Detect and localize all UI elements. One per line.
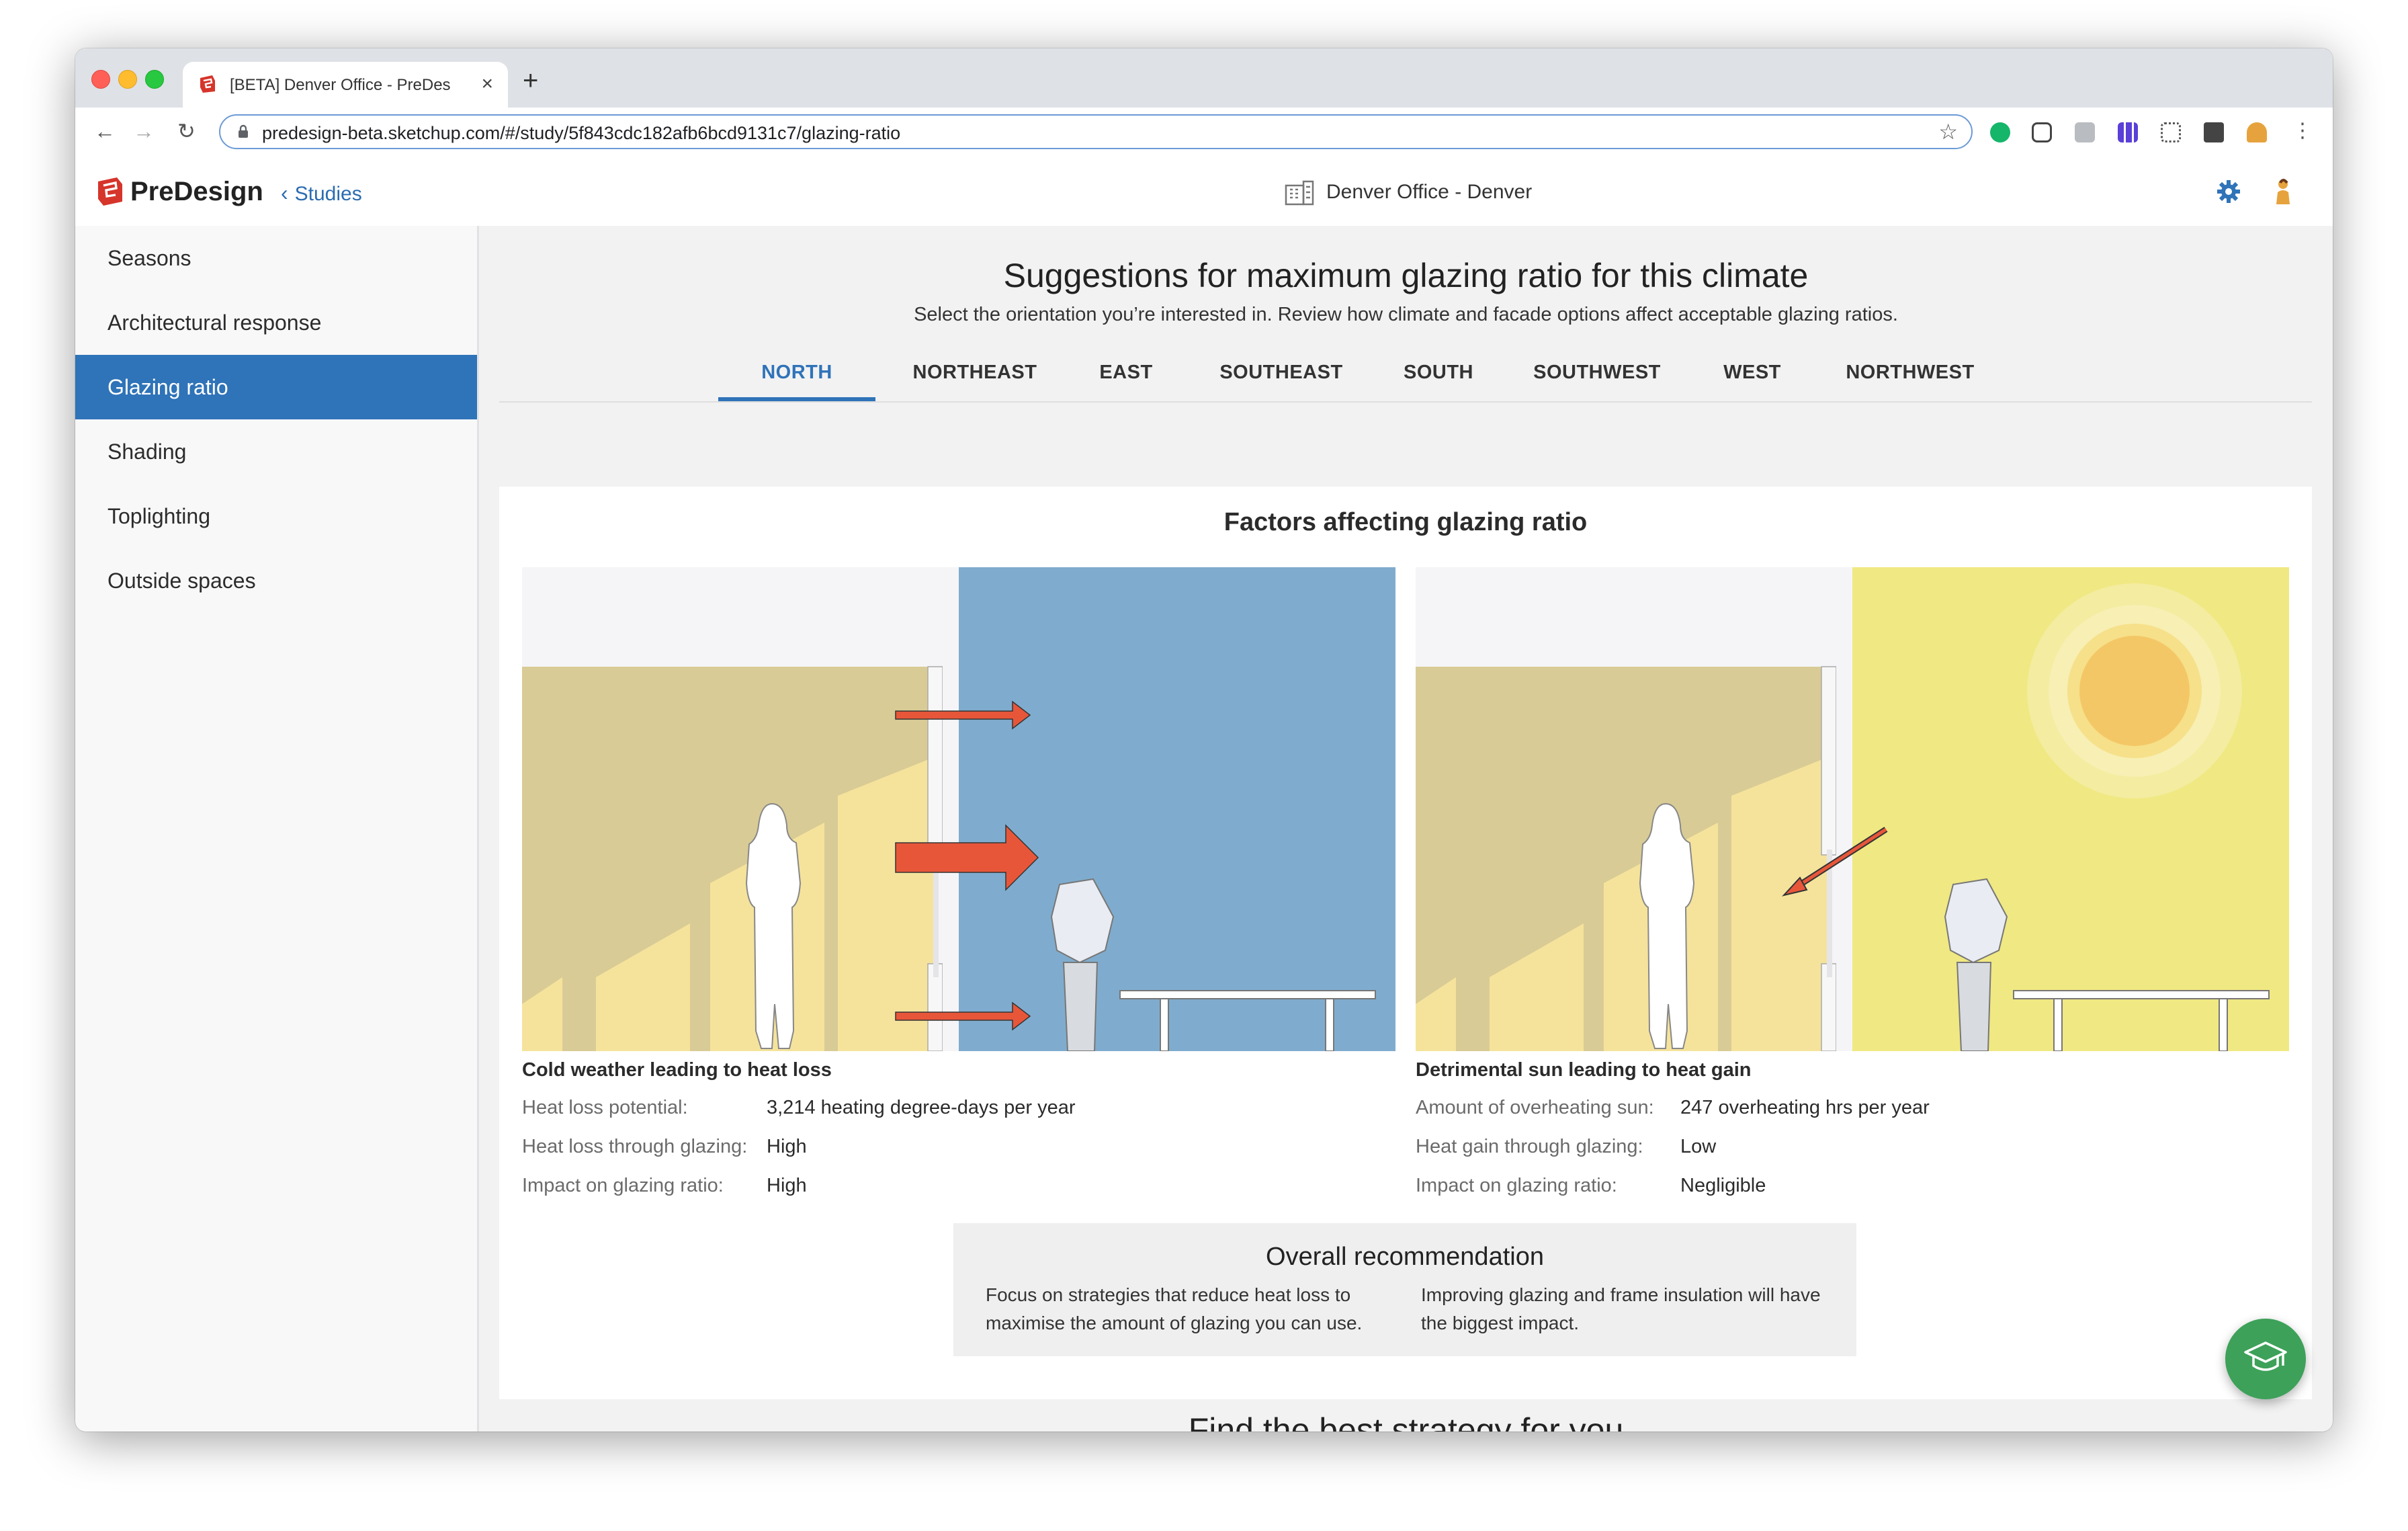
heat-gain-factor: Detrimental sun leading to heat gain Amo… [1416, 1058, 2289, 1199]
browser-tabstrip: [BETA] Denver Office - PreDesign × + [75, 48, 2333, 108]
factor-label: Impact on glazing ratio: [1416, 1175, 1617, 1196]
profile-avatar-icon[interactable] [2247, 122, 2267, 142]
lock-icon [239, 124, 248, 138]
sidebar: Seasons Architectural response Glazing r… [75, 226, 479, 1432]
factor-label: Impact on glazing ratio: [522, 1175, 724, 1196]
url-text: predesign-beta.sketchup.com/#/study/5f84… [262, 123, 901, 143]
factor-label: Heat loss through glazing: [522, 1136, 748, 1157]
factors-card: Factors affecting glazing ratio Cold wea… [499, 487, 2312, 1399]
reload-icon[interactable]: ↻ [177, 120, 196, 142]
overall-recommendation: Overall recommendation Focus on strategi… [953, 1223, 1856, 1356]
grammarly-extension-icon[interactable] [1990, 122, 2010, 142]
factor-row: Heat loss through glazing: High [522, 1121, 1395, 1160]
page-title: Suggestions for maximum glazing ratio fo… [1003, 257, 1809, 294]
sidebar-item-glazing-ratio[interactable]: Glazing ratio [75, 355, 477, 419]
chevron-left-icon: ‹ [281, 181, 288, 205]
sketchup-favicon-icon [200, 75, 215, 93]
brand-name: PreDesign [130, 177, 263, 206]
main-content: Suggestions for maximum glazing ratio fo… [479, 226, 2333, 1432]
tab-southeast[interactable]: SOUTHEAST [1198, 345, 1365, 401]
factor-row: Heat loss potential: 3,214 heating degre… [522, 1082, 1395, 1121]
recommendation-left-text: Focus on strategies that reduce heat los… [986, 1284, 1363, 1333]
orientation-tabs: NORTH NORTHEAST EAST SOUTHEAST SOUTH SOU… [499, 345, 2312, 403]
tab-east[interactable]: EAST [1076, 345, 1176, 401]
factor-heading: Detrimental sun leading to heat gain [1416, 1059, 1752, 1081]
sidebar-item-architectural-response[interactable]: Architectural response [75, 290, 477, 355]
studies-label: Studies [294, 183, 362, 205]
back-arrow-icon[interactable]: ← [94, 120, 116, 142]
factor-row: Amount of overheating sun: 247 overheati… [1416, 1082, 2289, 1121]
factor-label: Heat loss potential: [522, 1097, 688, 1118]
translate-extension-icon[interactable] [2075, 122, 2095, 142]
sidebar-item-shading[interactable]: Shading [75, 419, 477, 484]
factor-heading: Cold weather leading to heat loss [522, 1059, 832, 1081]
building-icon [1285, 180, 1314, 206]
sidebar-item-toplighting[interactable]: Toplighting [75, 484, 477, 548]
page-subtitle: Select the orientation you’re interested… [914, 304, 1898, 325]
heat-gain-illustration [1416, 567, 2289, 1051]
sidebar-item-seasons[interactable]: Seasons [75, 226, 477, 290]
new-tab-button[interactable]: + [523, 67, 538, 94]
factor-value: Low [1680, 1136, 1717, 1157]
recommendation-right-text: Improving glazing and frame insulation w… [1421, 1284, 1821, 1333]
minimize-window-button[interactable] [118, 70, 137, 89]
tab-northeast[interactable]: NORTHEAST [893, 345, 1057, 401]
tab-northwest[interactable]: NORTHWEST [1821, 345, 1999, 401]
browser-menu-icon[interactable]: ⋮ [2292, 120, 2313, 142]
gear-icon[interactable] [2216, 179, 2241, 204]
factor-value: 247 overheating hrs per year [1680, 1097, 1930, 1118]
predesign-logo-icon [98, 177, 122, 206]
address-bar[interactable]: predesign-beta.sketchup.com/#/study/5f84… [219, 114, 1973, 149]
pocket-extension-icon[interactable] [2032, 122, 2052, 142]
factor-value: Negligible [1680, 1175, 1766, 1196]
audio-extension-icon[interactable] [2118, 122, 2138, 142]
grid-extension-icon[interactable] [2161, 122, 2181, 142]
extensions-puzzle-icon[interactable] [2204, 122, 2224, 142]
graduation-cap-icon [2244, 1341, 2287, 1371]
factor-value: High [767, 1175, 807, 1196]
tab-south[interactable]: SOUTH [1385, 345, 1492, 401]
factors-title: Factors affecting glazing ratio [1223, 508, 1588, 536]
bookmark-star-icon[interactable]: ☆ [1938, 121, 1958, 142]
browser-tab[interactable]: [BETA] Denver Office - PreDesign × [183, 62, 508, 108]
factor-row: Impact on glazing ratio: High [522, 1160, 1395, 1199]
tab-close-icon[interactable]: × [481, 74, 493, 94]
close-window-button[interactable] [91, 70, 110, 89]
sidebar-item-outside-spaces[interactable]: Outside spaces [75, 548, 477, 613]
tab-west[interactable]: WEST [1702, 345, 1803, 401]
browser-toolbar: ← → ↻ predesign-beta.sketchup.com/#/stud… [75, 108, 2333, 157]
browser-window: [BETA] Denver Office - PreDesign × + ← →… [75, 48, 2333, 1432]
factor-label: Heat gain through glazing: [1416, 1136, 1643, 1157]
browser-tab-title: [BETA] Denver Office - PreDesign [230, 76, 452, 94]
factor-value: High [767, 1136, 807, 1157]
app-header: PreDesign ‹ Studies Denver Office - Denve… [75, 156, 2333, 227]
factor-value: 3,214 heating degree-days per year [767, 1097, 1076, 1118]
tab-north[interactable]: NORTH [718, 345, 875, 401]
heat-loss-factor: Cold weather leading to heat loss Heat l… [522, 1058, 1395, 1199]
studies-back-link[interactable]: ‹ Studies [281, 181, 362, 206]
maximize-window-button[interactable] [145, 70, 164, 89]
user-avatar[interactable] [2270, 176, 2296, 206]
factor-label: Amount of overheating sun: [1416, 1097, 1654, 1118]
recommendation-title: Overall recommendation [1266, 1243, 1544, 1271]
next-section-title: Find the best strategy for you [1188, 1411, 1624, 1432]
heat-loss-illustration [522, 567, 1395, 1051]
tab-southwest[interactable]: SOUTHWEST [1512, 345, 1682, 401]
project-name: Denver Office - Denver [1326, 181, 1533, 203]
help-button[interactable] [2225, 1319, 2306, 1399]
forward-arrow-icon[interactable]: → [133, 120, 155, 142]
factor-row: Impact on glazing ratio: Negligible [1416, 1160, 2289, 1199]
project-title: Denver Office - Denver [1285, 180, 1532, 206]
factor-row: Heat gain through glazing: Low [1416, 1121, 2289, 1160]
